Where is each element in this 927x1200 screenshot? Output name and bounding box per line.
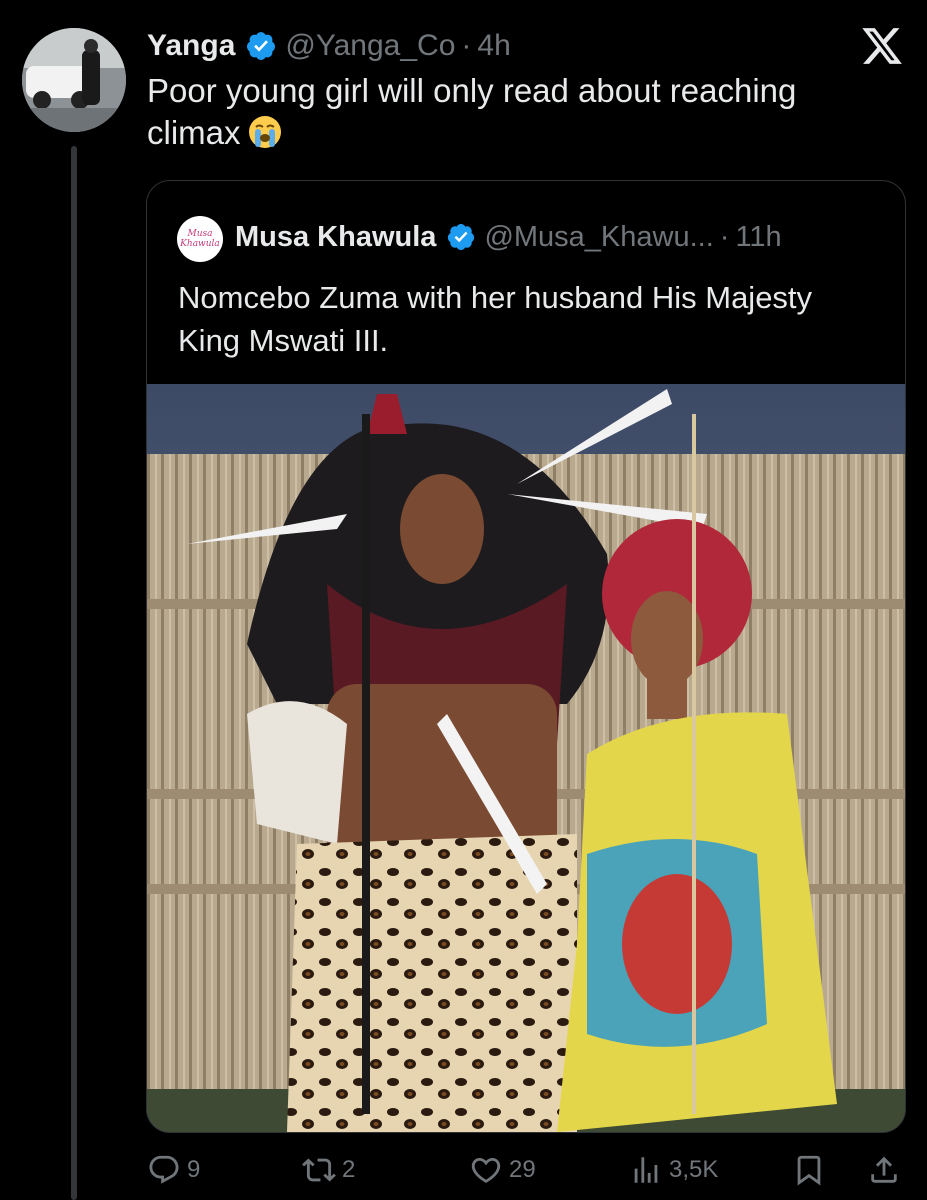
quoted-author-handle[interactable]: @Musa_Khawu... [484, 221, 713, 254]
like-button[interactable]: 29 [469, 1148, 536, 1192]
reply-icon [149, 1155, 179, 1184]
verified-badge-icon [247, 32, 276, 60]
loudly-crying-face-icon [248, 116, 281, 148]
like-count: 29 [509, 1156, 536, 1183]
x-logo-icon[interactable] [860, 24, 904, 68]
author-handle[interactable]: @Yanga_Co [285, 29, 455, 63]
repost-icon [302, 1158, 336, 1182]
views-chart-icon [634, 1157, 658, 1183]
quoted-tweet-card[interactable]: Musa Khawula Musa Khawula @Musa_Khawu...… [146, 180, 906, 1133]
quoted-author-avatar: Musa Khawula [177, 216, 223, 262]
timestamp[interactable]: 4h [477, 29, 510, 63]
tweet-text: Poor young girl will only read about rea… [147, 70, 887, 154]
tweet-header: Yanga @Yanga_Co · 4h [147, 26, 511, 66]
quoted-tweet-header: Musa Khawula @Musa_Khawu... · 11h [235, 217, 782, 257]
bookmark-button[interactable] [792, 1148, 826, 1192]
quoted-timestamp[interactable]: 11h [735, 221, 781, 254]
reply-button[interactable]: 9 [147, 1148, 200, 1192]
separator: · [719, 220, 730, 253]
action-bar: 9 2 29 3,5K [147, 1148, 907, 1192]
quoted-author-name[interactable]: Musa Khawula [235, 221, 436, 254]
share-icon [871, 1156, 897, 1183]
views-count: 3,5K [669, 1156, 719, 1183]
tweet-body: Poor young girl will only read about rea… [147, 72, 797, 151]
heart-icon [471, 1157, 501, 1183]
repost-count: 2 [342, 1156, 356, 1183]
repost-button[interactable]: 2 [302, 1148, 355, 1192]
thread-line [71, 146, 77, 1200]
separator: · [461, 29, 472, 62]
quoted-tweet-text: Nomcebo Zuma with her husband His Majest… [178, 280, 813, 358]
share-button[interactable] [867, 1148, 901, 1192]
verified-badge-icon [448, 224, 475, 250]
avatar-logo-text: Musa Khawula [180, 229, 220, 249]
reply-count: 9 [187, 1156, 201, 1183]
author-name[interactable]: Yanga [147, 29, 235, 63]
bookmark-icon [797, 1155, 821, 1186]
author-avatar[interactable] [22, 28, 126, 132]
views-button[interactable]: 3,5K [629, 1148, 718, 1192]
quoted-tweet-photo[interactable] [147, 384, 905, 1132]
avatar-photo [22, 28, 126, 132]
